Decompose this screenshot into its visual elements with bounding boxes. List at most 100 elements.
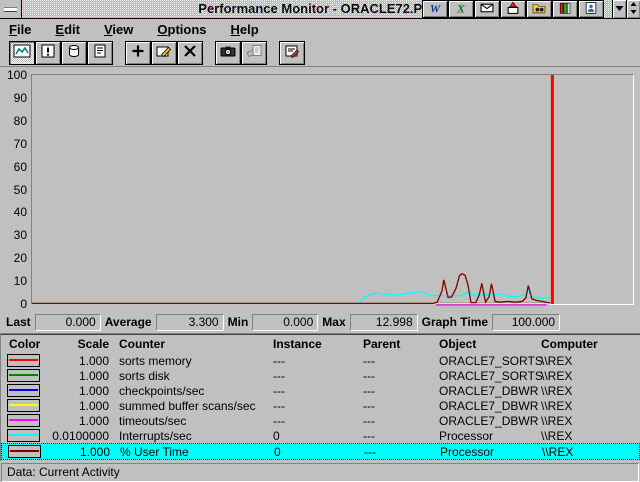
find-file-icon-button[interactable] xyxy=(526,0,552,18)
options-button[interactable] xyxy=(279,41,305,65)
delete-icon xyxy=(181,44,199,61)
instance-cell: --- xyxy=(265,354,355,368)
edit-icon xyxy=(155,44,173,61)
mail-icon-button[interactable] xyxy=(474,0,500,18)
counter-cell: timeouts/sec xyxy=(111,414,265,428)
y-tick-label: 50 xyxy=(0,183,27,197)
chart-plot-area xyxy=(31,74,634,305)
header-instance: Instance xyxy=(265,337,355,351)
color-cell xyxy=(1,369,45,382)
color-cell xyxy=(1,384,45,397)
chart-view-button[interactable] xyxy=(9,41,35,65)
y-tick-label: 70 xyxy=(0,137,27,151)
color-swatch xyxy=(7,369,40,382)
color-swatch xyxy=(7,354,40,367)
chart-lines xyxy=(32,75,633,304)
counter-cell: summed buffer scans/sec xyxy=(111,399,265,413)
office-books-icon-button[interactable] xyxy=(552,0,578,18)
report-icon xyxy=(91,44,109,61)
toolbar xyxy=(0,39,640,67)
header-color: Color xyxy=(1,337,45,351)
excel-icon-button[interactable]: X xyxy=(448,0,474,18)
add-counter-button[interactable] xyxy=(125,41,151,65)
legend-row-timeouts-sec[interactable]: 1.000timeouts/sec------ORACLE7_DBWR\\REX xyxy=(1,413,640,428)
legend-row-interrupts-sec[interactable]: 0.0100000Interrupts/sec0---Processor\\RE… xyxy=(1,428,640,443)
color-swatch xyxy=(7,399,40,412)
y-tick-label: 100 xyxy=(0,68,27,82)
object-cell: ORACLE7_DBWR xyxy=(431,399,533,413)
menu-edit[interactable]: Edit xyxy=(55,22,80,37)
parent-cell: --- xyxy=(355,384,431,398)
computer-cell: \\REX xyxy=(533,354,640,368)
office-books-icon xyxy=(556,1,574,18)
y-tick-label: 60 xyxy=(0,160,27,174)
menu-view[interactable]: View xyxy=(104,22,133,37)
minimize-button[interactable] xyxy=(612,0,626,18)
color-cell xyxy=(1,399,45,412)
scale-cell: 1.000 xyxy=(45,354,111,368)
parent-cell: --- xyxy=(355,429,431,443)
scale-cell: 1.000 xyxy=(45,399,111,413)
object-cell: ORACLE7_SORTS xyxy=(431,369,533,383)
value-box-average: 3.300 xyxy=(156,314,224,331)
parent-cell: --- xyxy=(356,445,432,459)
legend-row-sorts-memory[interactable]: 1.000sorts memory------ORACLE7_SORTS\\RE… xyxy=(1,353,640,368)
scale-cell: 0.0100000 xyxy=(45,429,111,443)
value-label-graph-time: Graph Time xyxy=(418,315,492,329)
legend-row-summed-buffer-scans-sec[interactable]: 1.000summed buffer scans/sec------ORACLE… xyxy=(1,398,640,413)
report-view-button[interactable] xyxy=(87,41,113,65)
minimize-icon xyxy=(614,2,625,17)
restore-button[interactable] xyxy=(626,0,640,18)
instance-cell: --- xyxy=(265,369,355,383)
computer-cell: \\REX xyxy=(533,384,640,398)
modify-selected-button[interactable] xyxy=(151,41,177,65)
update-data-button[interactable] xyxy=(215,41,241,65)
object-cell: ORACLE7_DBWR xyxy=(431,384,533,398)
parent-cell: --- xyxy=(355,354,431,368)
alert-view-button[interactable] xyxy=(35,41,61,65)
legend-row-checkpoints-sec[interactable]: 1.000checkpoints/sec------ORACLE7_DBWR\\… xyxy=(1,383,640,398)
y-tick-label: 0 xyxy=(0,297,27,311)
instance-cell: 0 xyxy=(266,445,356,459)
organizer-icon-button[interactable] xyxy=(578,0,604,18)
counter-cell: sorts disk xyxy=(111,369,265,383)
word-icon-button[interactable]: W xyxy=(422,0,448,18)
title-icon-strip: WX xyxy=(422,0,640,18)
color-swatch xyxy=(7,429,40,442)
value-label-max: Max xyxy=(318,315,349,329)
delete-selected-button[interactable] xyxy=(177,41,203,65)
scale-cell: 1.000 xyxy=(45,384,111,398)
header-parent: Parent xyxy=(355,337,431,351)
color-swatch xyxy=(8,445,41,458)
object-cell: Processor xyxy=(431,429,533,443)
organizer-icon xyxy=(582,1,600,18)
instance-cell: --- xyxy=(265,399,355,413)
value-label-last: Last xyxy=(2,315,35,329)
parent-cell: --- xyxy=(355,399,431,413)
computer-cell: \\REX xyxy=(533,399,640,413)
status-text: Data: Current Activity xyxy=(7,465,120,479)
value-label-min: Min xyxy=(224,315,253,329)
legend-header-row: ColorScaleCounterInstanceParentObjectCom… xyxy=(1,334,640,353)
camera-icon xyxy=(219,44,237,61)
scale-cell: 1.000 xyxy=(45,414,111,428)
header-computer: Computer xyxy=(533,337,640,351)
value-label-average: Average xyxy=(101,315,156,329)
header-scale: Scale xyxy=(45,337,111,351)
svg-text:W: W xyxy=(430,1,442,15)
status-bar: Data: Current Activity xyxy=(1,463,639,482)
place-bookmark-button[interactable] xyxy=(241,41,267,65)
bookmark-icon xyxy=(245,44,263,61)
log-view-button[interactable] xyxy=(61,41,87,65)
parent-cell: --- xyxy=(355,414,431,428)
menu-file[interactable]: File xyxy=(9,22,31,37)
legend-row-sorts-disk[interactable]: 1.000sorts disk------ORACLE7_SORTS\\REX xyxy=(1,368,640,383)
series--user-time xyxy=(32,274,550,304)
chart-icon xyxy=(13,44,31,61)
menu-options[interactable]: Options xyxy=(157,22,206,37)
menu-bar: File Edit View Options Help xyxy=(0,19,640,39)
legend-row--user-time[interactable]: 1.000% User Time0---Processor\\REX xyxy=(1,443,640,460)
inbox-icon-button[interactable] xyxy=(500,0,526,18)
excel-icon: X xyxy=(452,1,470,18)
menu-help[interactable]: Help xyxy=(231,22,259,37)
